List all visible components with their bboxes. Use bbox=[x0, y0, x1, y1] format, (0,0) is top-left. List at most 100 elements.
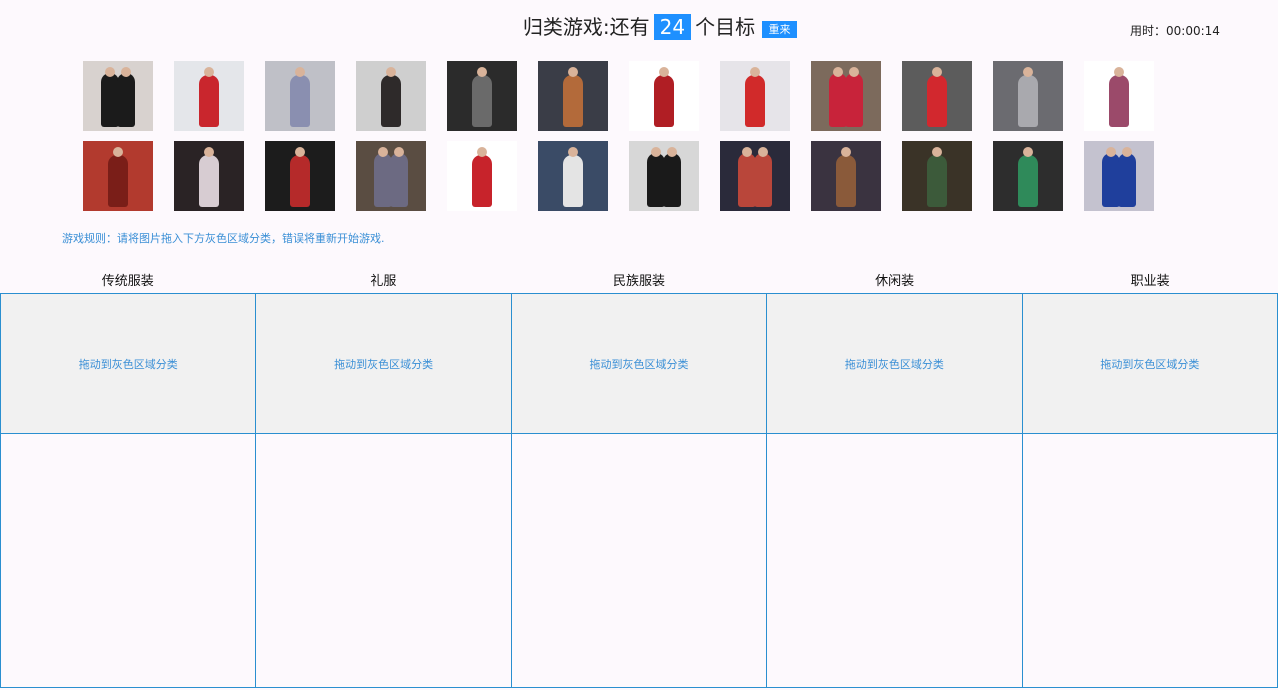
miao-costume-dancer-photo[interactable] bbox=[447, 141, 517, 211]
figure-silhouette bbox=[472, 155, 492, 207]
printed-suit-runway-photo[interactable] bbox=[811, 141, 881, 211]
figure-silhouette bbox=[745, 75, 765, 127]
remaining-count-badge: 24 bbox=[653, 14, 692, 40]
figure-head bbox=[1023, 67, 1033, 77]
figure-silhouette bbox=[1018, 75, 1038, 127]
drop-hint: 拖动到灰色区域分类 bbox=[589, 357, 689, 371]
figure-head bbox=[932, 147, 942, 157]
ethnic-group-street-photo[interactable] bbox=[356, 141, 426, 211]
figure-head bbox=[1023, 147, 1033, 157]
white-outfit-runway-photo[interactable] bbox=[538, 141, 608, 211]
figure-head bbox=[105, 67, 115, 77]
category-board: 拖动到灰色区域分类 拖动到灰色区域分类 拖动到灰色区域分类 拖动到灰色区域分类 … bbox=[0, 293, 1278, 688]
red-print-gown-runway-photo[interactable] bbox=[265, 141, 335, 211]
figure-head bbox=[121, 67, 131, 77]
figure-head bbox=[386, 67, 396, 77]
figure-head bbox=[204, 67, 214, 77]
figure-silhouette bbox=[663, 153, 681, 207]
red-uniform-woman-photo[interactable] bbox=[174, 61, 244, 131]
figure-silhouette bbox=[199, 75, 219, 127]
category-labels: 传统服装 礼服 民族服装 休闲装 职业装 bbox=[0, 272, 1278, 292]
figure-silhouette bbox=[290, 155, 310, 207]
runway-pattern-dress-photo[interactable] bbox=[265, 61, 335, 131]
figure-head bbox=[1106, 147, 1116, 157]
figure-head bbox=[295, 147, 305, 157]
title-suffix: 个目标 bbox=[695, 15, 756, 39]
green-patterned-gown-photo[interactable] bbox=[902, 141, 972, 211]
figure-head bbox=[568, 147, 578, 157]
category-column-ethnic: 拖动到灰色区域分类 bbox=[511, 293, 768, 688]
sorted-area-formal bbox=[256, 434, 511, 687]
sorted-area-casual bbox=[767, 434, 1022, 687]
colorful-print-models-photo[interactable] bbox=[720, 141, 790, 211]
figure-silhouette bbox=[199, 155, 219, 207]
restart-button[interactable]: 重来 bbox=[762, 21, 797, 38]
figure-silhouette bbox=[754, 153, 772, 207]
figure-head bbox=[477, 147, 487, 157]
drop-zone-casual[interactable]: 拖动到灰色区域分类 bbox=[767, 294, 1022, 434]
sorted-area-ethnic bbox=[511, 434, 767, 687]
figure-head bbox=[477, 67, 487, 77]
figure-head bbox=[932, 67, 942, 77]
drop-zone-traditional[interactable]: 拖动到灰色区域分类 bbox=[1, 294, 256, 434]
green-print-dress-photo[interactable] bbox=[993, 141, 1063, 211]
figure-silhouette bbox=[290, 75, 310, 127]
red-traditional-hanfu-photo[interactable] bbox=[83, 141, 153, 211]
figure-silhouette bbox=[654, 75, 674, 127]
figure-head bbox=[667, 147, 677, 157]
figure-head bbox=[849, 67, 859, 77]
figure-silhouette bbox=[472, 75, 492, 127]
group-ethnic-costumes-photo[interactable] bbox=[811, 61, 881, 131]
embroidered-jacket-man-photo[interactable] bbox=[538, 61, 608, 131]
timer: 用时：00:00:14 bbox=[1130, 22, 1220, 39]
two-people-black-outfits-photo[interactable] bbox=[83, 61, 153, 131]
silver-gown-runway-photo[interactable] bbox=[993, 61, 1063, 131]
figure-silhouette bbox=[1118, 153, 1136, 207]
two-women-blue-black-photo[interactable] bbox=[1084, 141, 1154, 211]
thumbnail-row bbox=[83, 61, 1163, 131]
category-label-casual: 休闲装 bbox=[875, 274, 915, 289]
figure-silhouette bbox=[117, 73, 135, 127]
figure-head bbox=[833, 67, 843, 77]
drop-zone-professional[interactable]: 拖动到灰色区域分类 bbox=[1022, 294, 1278, 434]
category-column-professional: 拖动到灰色区域分类 bbox=[1022, 293, 1278, 688]
ethnic-dancer-skirt-photo[interactable] bbox=[629, 61, 699, 131]
timer-label: 用时： bbox=[1130, 24, 1167, 38]
figure-silhouette bbox=[381, 75, 401, 127]
category-column-traditional: 拖动到灰色区域分类 bbox=[1, 293, 257, 688]
page-title: 归类游戏:还有 24 个目标 bbox=[0, 12, 1278, 42]
figure-head bbox=[568, 67, 578, 77]
figure-head bbox=[750, 67, 760, 77]
dark-runway-man-photo[interactable] bbox=[447, 61, 517, 131]
drop-zone-formal[interactable]: 拖动到灰色区域分类 bbox=[256, 294, 511, 434]
category-label-formal: 礼服 bbox=[370, 274, 397, 289]
category-column-casual: 拖动到灰色区域分类 bbox=[767, 293, 1023, 688]
drop-zone-ethnic[interactable]: 拖动到灰色区域分类 bbox=[511, 294, 767, 434]
figure-silhouette bbox=[836, 155, 856, 207]
drop-hint: 拖动到灰色区域分类 bbox=[1100, 357, 1200, 371]
figure-head bbox=[204, 147, 214, 157]
models-lineup-photo[interactable] bbox=[629, 141, 699, 211]
figure-silhouette bbox=[1109, 75, 1129, 127]
drop-hint: 拖动到灰色区域分类 bbox=[78, 357, 178, 371]
figure-silhouette bbox=[927, 155, 947, 207]
figure-head bbox=[742, 147, 752, 157]
category-column-formal: 拖动到灰色区域分类 bbox=[256, 293, 512, 688]
figure-head bbox=[1114, 67, 1124, 77]
figure-head bbox=[841, 147, 851, 157]
category-label-ethnic: 民族服装 bbox=[612, 274, 665, 289]
sorted-area-traditional bbox=[1, 434, 256, 687]
sorted-area-professional bbox=[1022, 434, 1278, 687]
sorting-game-page: 归类游戏:还有 24 个目标 重来 用时：00:00:14 游戏规则：请将图片拖入下… bbox=[0, 0, 1278, 690]
figure-silhouette bbox=[563, 155, 583, 207]
figure-head bbox=[113, 147, 123, 157]
category-label-professional: 职业装 bbox=[1130, 274, 1170, 289]
red-ethnic-dress-woman-photo[interactable] bbox=[902, 61, 972, 131]
thumbnail-row bbox=[83, 141, 1163, 211]
patterned-robe-photo[interactable] bbox=[1084, 61, 1154, 131]
timer-value: 00:00:14 bbox=[1166, 24, 1220, 38]
drop-hint: 拖动到灰色区域分类 bbox=[844, 357, 944, 371]
red-ethnic-girl-photo[interactable] bbox=[720, 61, 790, 131]
white-gown-stage-photo[interactable] bbox=[174, 141, 244, 211]
striped-coat-man-photo[interactable] bbox=[356, 61, 426, 131]
